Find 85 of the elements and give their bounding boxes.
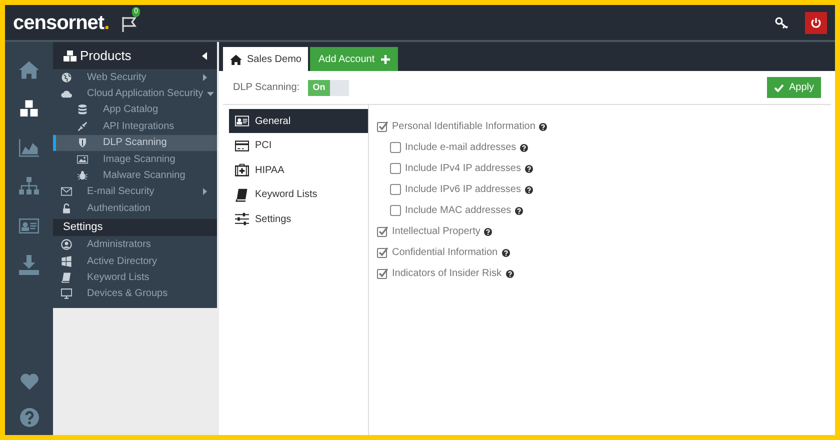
globe-icon xyxy=(61,72,72,83)
download-icon[interactable] xyxy=(19,255,39,275)
cubes-icon xyxy=(63,50,77,62)
menu-item[interactable]: Keyword Lists xyxy=(53,269,217,286)
help-icon xyxy=(525,186,533,194)
sitemap-icon[interactable] xyxy=(19,177,39,197)
home-icon[interactable] xyxy=(19,60,39,80)
help-icon xyxy=(502,248,510,256)
option-label: Personal Identifiable Information xyxy=(392,120,536,134)
id-card-icon[interactable] xyxy=(19,216,39,236)
subnav-tab[interactable]: HIPAA xyxy=(229,158,368,182)
help-icon xyxy=(506,270,514,278)
heart-icon[interactable] xyxy=(20,372,38,391)
option-label: Indicators of Insider Risk xyxy=(392,267,502,281)
dlp-scanning-label: DLP Scanning: xyxy=(233,81,301,95)
menu-title: Products xyxy=(80,46,132,65)
power-icon xyxy=(810,16,822,28)
apply-button[interactable]: Apply xyxy=(766,77,821,98)
user-circle-icon xyxy=(61,239,72,250)
checkbox[interactable] xyxy=(390,163,401,174)
help-icon xyxy=(525,164,533,172)
subnav-tab[interactable]: PCI xyxy=(229,134,368,158)
sliders-icon xyxy=(235,212,249,226)
checkbox[interactable] xyxy=(390,142,401,153)
checkbox[interactable] xyxy=(377,226,388,237)
menu-item[interactable]: App Catalog xyxy=(53,102,217,118)
power-button[interactable] xyxy=(805,12,827,34)
option-label: Include e-mail addresses xyxy=(405,141,516,155)
shield-icon xyxy=(77,137,88,148)
subnav-tab[interactable]: General xyxy=(229,109,368,133)
menu-item[interactable]: DLP Scanning xyxy=(53,134,217,151)
subnav-tab[interactable]: Keyword Lists xyxy=(229,182,368,206)
image-icon xyxy=(77,154,88,165)
menu-item[interactable]: Authentication xyxy=(53,200,217,217)
menu-item[interactable]: Image Scanning xyxy=(53,150,217,168)
home-icon xyxy=(230,54,242,64)
medical-kit-icon xyxy=(235,163,249,177)
add-account-button[interactable]: Add Account xyxy=(310,47,398,71)
database-icon xyxy=(77,104,88,116)
id-card-icon xyxy=(235,114,249,128)
monitor-icon xyxy=(61,288,72,300)
credit-card-icon xyxy=(235,138,249,152)
logo: censornet. xyxy=(13,10,110,36)
help-icon xyxy=(484,228,492,236)
help-icon xyxy=(515,206,524,214)
help-icon[interactable] xyxy=(20,408,38,427)
check-icon xyxy=(774,84,784,92)
toggle-switch[interactable]: On xyxy=(308,80,349,96)
menu-item[interactable]: API Integrations xyxy=(53,118,217,135)
windows-icon xyxy=(61,256,72,267)
area-chart-icon[interactable] xyxy=(19,138,39,158)
flag-icon[interactable] xyxy=(121,16,140,32)
book-icon xyxy=(61,272,72,283)
collapse-caret-icon[interactable] xyxy=(202,52,207,60)
book-icon xyxy=(235,188,249,202)
menu-item[interactable]: Active Directory xyxy=(53,252,217,270)
checkbox[interactable] xyxy=(377,121,388,132)
envelope-icon xyxy=(61,186,72,198)
menu-item[interactable]: Web Security xyxy=(53,69,217,86)
checkbox[interactable] xyxy=(390,205,401,216)
option-label: Include MAC addresses xyxy=(405,204,512,218)
option-label: Include IPv4 IP addresses xyxy=(405,162,521,176)
section-title: Settings xyxy=(63,220,103,235)
menu-item[interactable]: Administrators xyxy=(53,236,217,253)
option-label: Intellectual Property xyxy=(392,225,480,239)
account-tab[interactable]: Sales Demo xyxy=(223,47,308,71)
cubes-icon[interactable] xyxy=(19,99,39,119)
menu-item[interactable]: E-mail Security xyxy=(53,184,217,200)
help-icon xyxy=(539,122,548,130)
cloud-icon xyxy=(61,88,72,100)
option-label: Include IPv6 IP addresses xyxy=(405,183,521,197)
key-icon[interactable] xyxy=(775,16,789,28)
help-icon xyxy=(520,144,528,152)
plus-icon xyxy=(380,54,390,64)
menu-item[interactable]: Devices & Groups xyxy=(53,286,217,302)
checkbox[interactable] xyxy=(377,268,388,279)
bug-icon xyxy=(77,170,88,182)
unlocked-icon xyxy=(61,202,72,214)
checkbox[interactable] xyxy=(390,184,401,195)
plug-icon xyxy=(77,120,88,132)
option-label: Confidential Information xyxy=(392,246,498,260)
menu-item[interactable]: Cloud Application Security xyxy=(53,85,217,102)
subnav-tab[interactable]: Settings xyxy=(229,207,368,231)
menu-item[interactable]: Malware Scanning xyxy=(53,167,217,184)
checkbox[interactable] xyxy=(377,247,388,258)
